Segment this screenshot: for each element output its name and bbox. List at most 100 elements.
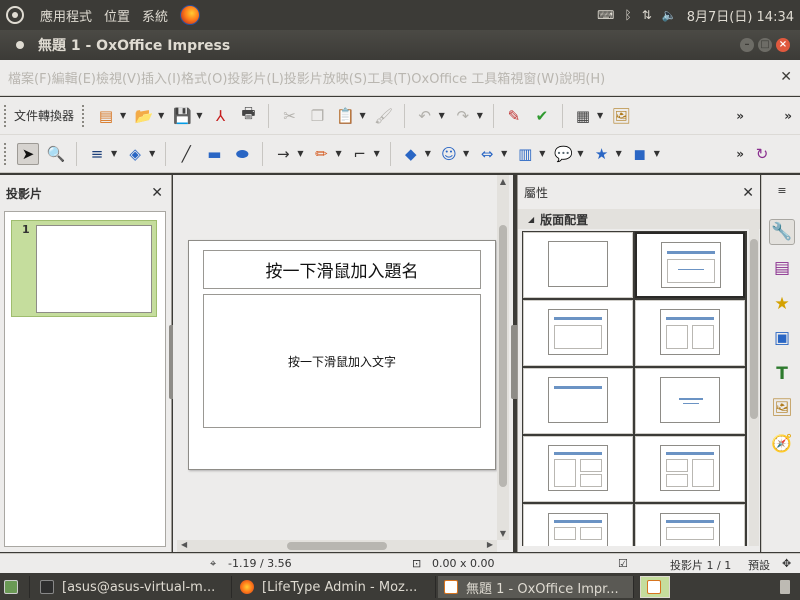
properties-scrollbar[interactable] bbox=[749, 209, 759, 546]
close-icon[interactable]: ✕ bbox=[742, 185, 754, 201]
toolbar-grip[interactable] bbox=[4, 142, 8, 165]
menu-places[interactable]: 位置 bbox=[98, 6, 136, 25]
select-arrow-icon[interactable]: ➤ bbox=[17, 142, 39, 165]
print-icon[interactable]: 🖶 bbox=[237, 104, 259, 127]
slide-list[interactable]: 1 bbox=[4, 211, 166, 547]
undo-icon[interactable]: ↶ bbox=[414, 105, 436, 127]
redo-icon[interactable]: ↷ bbox=[452, 105, 474, 127]
bluetooth-icon[interactable]: ᛒ bbox=[624, 8, 631, 22]
chevron-down-icon[interactable]: ▼ bbox=[335, 149, 341, 158]
menu-slide[interactable]: 投影片(L) bbox=[227, 68, 283, 87]
styles-icon[interactable]: T bbox=[769, 361, 795, 387]
arrow-line-icon[interactable]: → bbox=[272, 143, 294, 165]
3d-objects-icon[interactable]: ◼ bbox=[629, 143, 651, 165]
close-document-icon[interactable]: ✕ bbox=[780, 69, 792, 85]
sidebar-menu-icon[interactable]: ≡ bbox=[769, 177, 795, 203]
datetime-clock[interactable]: 8月7日(日) 14:34 bbox=[687, 6, 794, 25]
current-slide[interactable]: 按一下滑鼠加入題名 按一下滑鼠加入文字 bbox=[188, 240, 496, 470]
chevron-down-icon[interactable]: ▼ bbox=[158, 111, 164, 120]
layout-title-content-two[interactable] bbox=[523, 436, 633, 502]
spelling-icon[interactable]: ✎ bbox=[503, 105, 525, 127]
menu-edit[interactable]: 編輯(E) bbox=[52, 68, 96, 87]
trash-button[interactable] bbox=[774, 576, 798, 598]
cut-icon[interactable]: ✂ bbox=[278, 105, 300, 127]
menu-applications[interactable]: 應用程式 bbox=[34, 6, 98, 25]
chevron-down-icon[interactable]: ▼ bbox=[616, 149, 622, 158]
chevron-down-icon[interactable]: ▼ bbox=[120, 111, 126, 120]
layout-centered-text[interactable] bbox=[635, 368, 745, 434]
layout-title-content-over[interactable] bbox=[635, 504, 745, 546]
master-slides-icon[interactable]: ▤ bbox=[769, 255, 795, 281]
gallery-icon[interactable]: 🖼 bbox=[769, 395, 795, 421]
image-icon[interactable]: 🖼 bbox=[610, 105, 632, 127]
chevron-down-icon[interactable]: ▼ bbox=[425, 149, 431, 158]
menu-file[interactable]: 檔案(F) bbox=[8, 68, 52, 87]
layouts-section-header[interactable]: ◢ 版面配置 bbox=[518, 209, 760, 229]
properties-wrench-icon[interactable]: 🔧 bbox=[769, 219, 795, 245]
scrollbar-thumb[interactable] bbox=[750, 239, 758, 419]
chevron-down-icon[interactable]: ▼ bbox=[597, 111, 603, 120]
scroll-up-icon[interactable]: ▲ bbox=[497, 177, 509, 186]
callouts-icon[interactable]: 💬 bbox=[552, 143, 574, 165]
menu-system[interactable]: 系統 bbox=[136, 6, 174, 25]
menu-oxoffice-toolbox[interactable]: OxOffice 工具箱 bbox=[411, 68, 510, 87]
chevron-down-icon[interactable]: ▼ bbox=[149, 149, 155, 158]
flowchart-icon[interactable]: ▥ bbox=[514, 143, 536, 165]
slide-thumbnail-selected[interactable]: 1 bbox=[11, 220, 157, 317]
layout-title-content[interactable] bbox=[635, 232, 745, 298]
layout-title-two-content-over[interactable] bbox=[523, 504, 633, 546]
line-icon[interactable]: ╱ bbox=[175, 143, 197, 165]
save-icon[interactable]: 💾 bbox=[171, 105, 193, 127]
keyboard-icon[interactable]: ⌨ bbox=[597, 8, 614, 22]
vertical-scrollbar[interactable]: ▲ ▼ bbox=[497, 175, 509, 540]
layout-title-single-content[interactable] bbox=[523, 300, 633, 366]
ubuntu-logo-icon[interactable] bbox=[6, 6, 24, 24]
document-modified-icon[interactable]: ☑ bbox=[618, 557, 628, 570]
show-desktop-button[interactable] bbox=[0, 576, 30, 598]
document-converter-label[interactable]: 文件轉換器 bbox=[14, 107, 74, 124]
layout-title-two-content[interactable] bbox=[635, 300, 745, 366]
chevron-down-icon[interactable]: ▼ bbox=[359, 111, 365, 120]
network-icon[interactable]: ⇅ bbox=[642, 8, 652, 22]
collapse-triangle-icon[interactable]: ◢ bbox=[528, 215, 534, 224]
toolbar-overflow-icon[interactable]: » bbox=[736, 109, 744, 123]
line-color-icon[interactable]: ≡ bbox=[86, 143, 108, 165]
layout-title-only[interactable] bbox=[523, 368, 633, 434]
new-document-icon[interactable]: ▤ bbox=[95, 105, 117, 127]
chevron-down-icon[interactable]: ▼ bbox=[463, 149, 469, 158]
chevron-down-icon[interactable]: ▼ bbox=[196, 111, 202, 120]
body-placeholder[interactable]: 按一下滑鼠加入文字 bbox=[203, 294, 481, 428]
menu-format[interactable]: 格式(O) bbox=[181, 68, 227, 87]
chevron-down-icon[interactable]: ▼ bbox=[477, 111, 483, 120]
window-menu-icon[interactable] bbox=[16, 41, 24, 49]
curve-icon[interactable]: ✏ bbox=[310, 143, 332, 165]
menu-help[interactable]: 說明(H) bbox=[559, 68, 605, 87]
firefox-launcher-icon[interactable] bbox=[180, 5, 201, 25]
chevron-down-icon[interactable]: ▼ bbox=[577, 149, 583, 158]
scrollbar-thumb[interactable] bbox=[287, 542, 387, 550]
table-icon[interactable]: ▦ bbox=[572, 105, 594, 127]
symbol-shapes-icon[interactable]: ☺ bbox=[438, 143, 460, 165]
layout-title-two-content-one[interactable] bbox=[635, 436, 745, 502]
taskbar-item-terminal[interactable]: [asus@asus-virtual-m... bbox=[34, 576, 232, 598]
title-placeholder[interactable]: 按一下滑鼠加入題名 bbox=[203, 250, 481, 289]
maximize-button[interactable]: □ bbox=[758, 38, 772, 52]
chevron-down-icon[interactable]: ▼ bbox=[374, 149, 380, 158]
slide-canvas[interactable]: 按一下滑鼠加入題名 按一下滑鼠加入文字 bbox=[177, 175, 497, 540]
rotate-icon[interactable]: ↻ bbox=[751, 143, 773, 165]
window-titlebar[interactable]: 無題 1 - OxOffice Impress – □ × bbox=[0, 30, 800, 60]
scroll-left-icon[interactable]: ◀ bbox=[181, 540, 187, 549]
minimize-button[interactable]: – bbox=[740, 38, 754, 52]
rectangle-icon[interactable]: ▬ bbox=[203, 143, 225, 165]
clone-formatting-icon[interactable]: 🖌 bbox=[373, 105, 395, 127]
copy-icon[interactable]: ❐ bbox=[306, 105, 328, 127]
volume-icon[interactable]: 🔈 bbox=[662, 8, 677, 22]
menu-tools[interactable]: 工具(T) bbox=[367, 68, 411, 87]
toolbar-overflow-icon[interactable]: » bbox=[736, 147, 744, 161]
slide-transition-icon[interactable]: ▣ bbox=[769, 325, 795, 351]
zoom-icon[interactable]: 🔍 bbox=[45, 143, 67, 165]
scroll-right-icon[interactable]: ▶ bbox=[487, 540, 493, 549]
basic-shapes-icon[interactable]: ◆ bbox=[400, 143, 422, 165]
master-page-name[interactable]: 預設 bbox=[748, 557, 770, 573]
stars-icon[interactable]: ★ bbox=[591, 143, 613, 165]
